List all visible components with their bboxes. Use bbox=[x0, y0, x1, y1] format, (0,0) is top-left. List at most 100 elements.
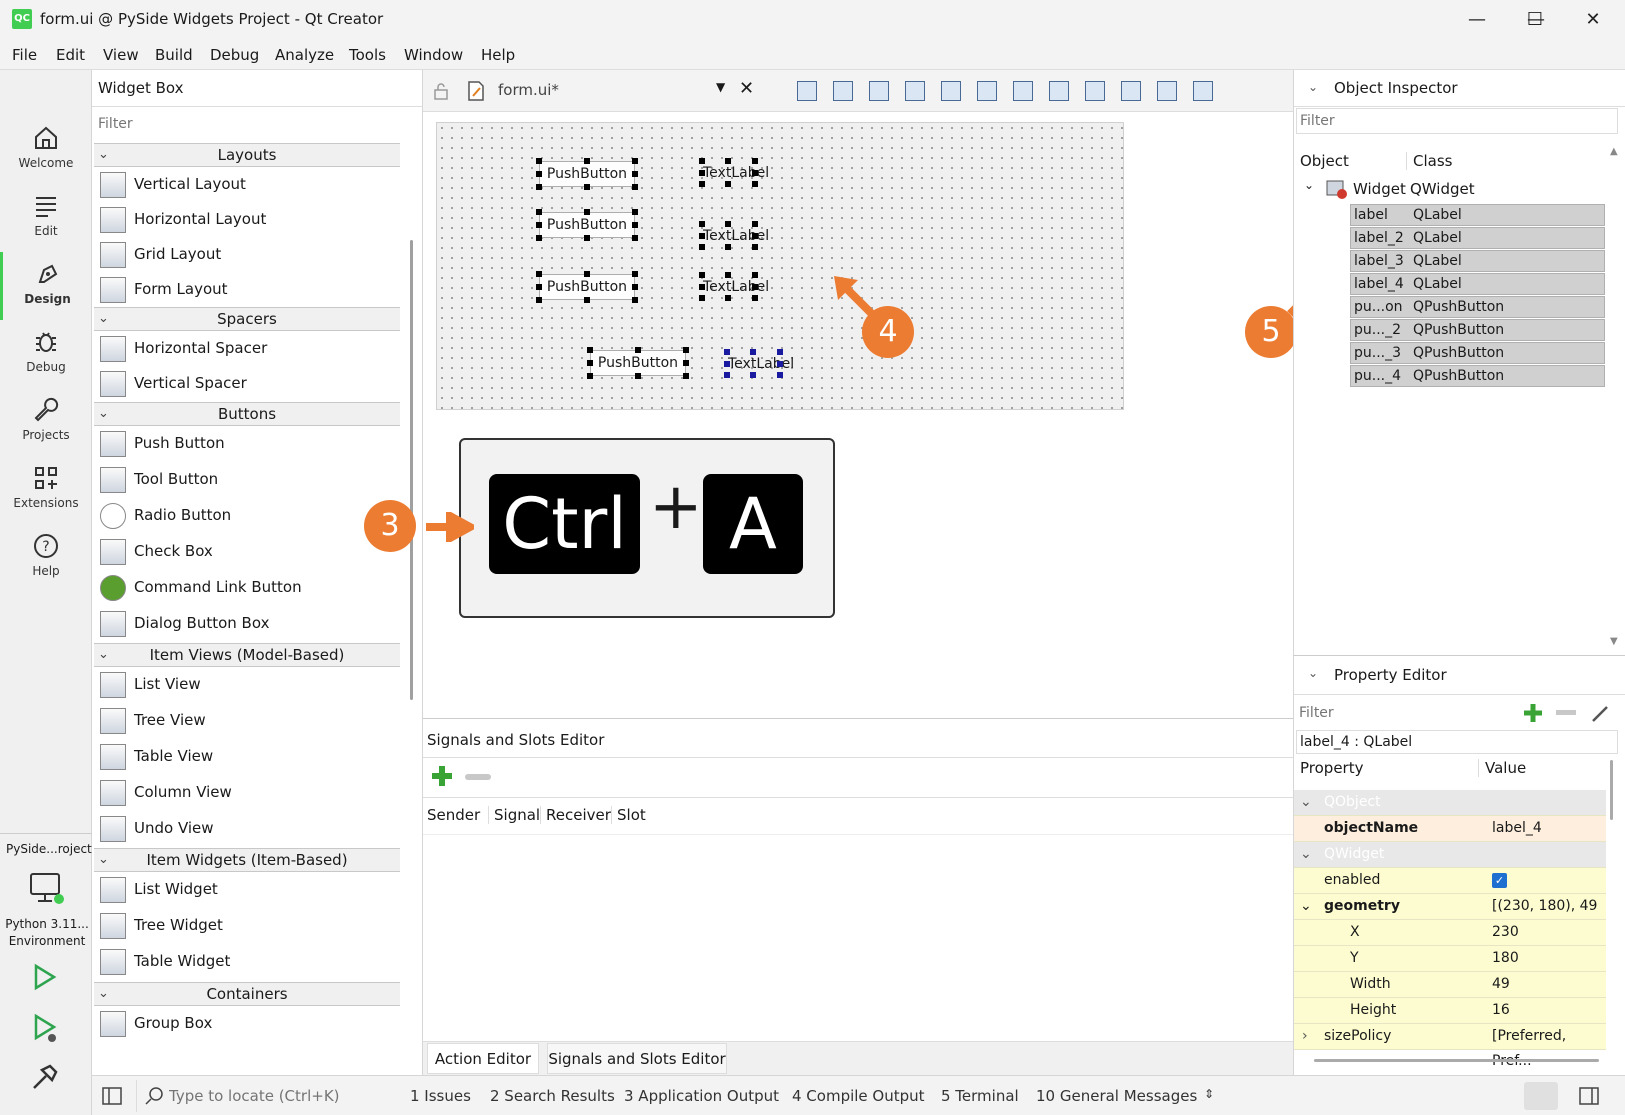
widget-group-box[interactable]: Group Box bbox=[100, 1007, 400, 1041]
widget-horizontal-spacer[interactable]: Horizontal Spacer bbox=[100, 332, 400, 366]
locator[interactable] bbox=[136, 1080, 388, 1112]
property-width[interactable]: Width 49 bbox=[1294, 972, 1606, 998]
root-object-name[interactable]: Widget bbox=[1353, 180, 1406, 198]
widget-dialog-button-box[interactable]: Dialog Button Box bbox=[100, 607, 400, 641]
menu-build[interactable]: Build bbox=[155, 46, 193, 64]
run-icon[interactable] bbox=[30, 962, 60, 992]
widget-filter-input[interactable] bbox=[96, 110, 396, 138]
mode-edit[interactable]: Edit bbox=[0, 184, 92, 252]
mode-debug[interactable]: Debug bbox=[0, 320, 92, 388]
object-row-label-4[interactable]: label_4 QLabel bbox=[1350, 273, 1605, 295]
property-geometry[interactable]: ⌄geometry[(230, 180), 49 x ... bbox=[1294, 894, 1606, 939]
form-canvas[interactable]: PushButton PushButton PushButton PushBut… bbox=[436, 122, 1124, 410]
category-layouts[interactable]: ⌄ Layouts bbox=[94, 143, 400, 167]
debug-run-icon[interactable] bbox=[30, 1012, 60, 1044]
mode-projects[interactable]: Projects bbox=[0, 388, 92, 456]
layout-vertical-splitter-icon[interactable] bbox=[1049, 81, 1069, 101]
property-size-policy[interactable]: ›sizePolicy[Preferred, Pref... bbox=[1294, 1024, 1606, 1069]
scroll-down-icon[interactable]: ▼ bbox=[1610, 636, 1618, 647]
output-tab-issues[interactable]: 1 Issues bbox=[410, 1087, 471, 1105]
file-dropdown-icon[interactable]: ▼ bbox=[716, 80, 725, 94]
enabled-checkbox[interactable]: ✓ bbox=[1492, 873, 1507, 888]
mode-design[interactable]: Design bbox=[0, 252, 92, 320]
chevron-down-icon[interactable]: ⌄ bbox=[1308, 80, 1318, 94]
column-slot[interactable]: Slot bbox=[611, 806, 646, 824]
widget-undo-view[interactable]: Undo View bbox=[100, 812, 400, 846]
category-spacers[interactable]: ⌄ Spacers bbox=[94, 307, 400, 331]
layout-grid-icon[interactable] bbox=[1121, 81, 1141, 101]
remove-connection-icon[interactable] bbox=[465, 773, 491, 781]
object-row-pushbutton[interactable]: pu...on QPushButton bbox=[1350, 296, 1605, 318]
chevron-down-icon[interactable]: ⌄ bbox=[1304, 178, 1314, 192]
menu-analyze[interactable]: Analyze bbox=[275, 46, 334, 64]
output-tab-compile-output[interactable]: 4 Compile Output bbox=[792, 1087, 925, 1105]
minimize-button-2[interactable]: — bbox=[1448, 0, 1506, 40]
property-filter-input[interactable] bbox=[1296, 700, 1496, 726]
object-row-label-3[interactable]: label_3 QLabel bbox=[1350, 250, 1605, 272]
widget-command-link-button[interactable]: Command Link Button bbox=[100, 571, 400, 605]
lock-icon[interactable] bbox=[433, 82, 449, 100]
menu-view[interactable]: View bbox=[103, 46, 139, 64]
category-buttons[interactable]: ⌄ Buttons bbox=[94, 402, 400, 426]
column-sender[interactable]: Sender bbox=[427, 806, 480, 824]
output-tab-terminal[interactable]: 5 Terminal bbox=[941, 1087, 1019, 1105]
property-value[interactable]: label_4 bbox=[1492, 816, 1542, 841]
column-class[interactable]: Class bbox=[1406, 152, 1452, 170]
remove-property-icon[interactable] bbox=[1556, 710, 1576, 716]
add-property-icon[interactable] bbox=[1522, 702, 1544, 724]
toggle-sidebar-icon[interactable] bbox=[102, 1086, 122, 1106]
category-containers[interactable]: ⌄ Containers bbox=[94, 982, 400, 1006]
menu-help[interactable]: Help bbox=[481, 46, 515, 64]
property-value[interactable]: 16 bbox=[1492, 998, 1510, 1023]
menu-file[interactable]: File bbox=[12, 46, 37, 64]
menu-window[interactable]: Window bbox=[404, 46, 463, 64]
layout-form-icon[interactable] bbox=[1085, 81, 1105, 101]
form-text-label-4[interactable]: TextLabel bbox=[728, 354, 794, 374]
layout-horizontal-splitter-icon[interactable] bbox=[1013, 81, 1033, 101]
column-receiver[interactable]: Receiver bbox=[540, 806, 611, 824]
object-filter-input[interactable] bbox=[1296, 108, 1618, 134]
property-height[interactable]: Height 16 bbox=[1294, 998, 1606, 1024]
edit-tab-order-icon[interactable] bbox=[905, 81, 925, 101]
widget-column-view[interactable]: Column View bbox=[100, 776, 400, 810]
column-value[interactable]: Value bbox=[1478, 759, 1526, 777]
menu-tools[interactable]: Tools bbox=[349, 46, 386, 64]
form-text-label-2[interactable]: TextLabel bbox=[703, 226, 769, 246]
widget-list-widget[interactable]: List Widget bbox=[100, 873, 400, 907]
close-document-icon[interactable]: ✕ bbox=[739, 78, 754, 99]
build-hammer-icon[interactable] bbox=[30, 1062, 60, 1092]
section-qobject[interactable]: ⌄ QObject bbox=[1294, 790, 1606, 816]
mode-extensions[interactable]: Extensions bbox=[0, 456, 92, 524]
widget-table-view[interactable]: Table View bbox=[100, 740, 400, 774]
column-property[interactable]: Property bbox=[1300, 759, 1363, 777]
mode-help[interactable]: ? Help bbox=[0, 524, 92, 592]
break-layout-icon[interactable] bbox=[1157, 81, 1177, 101]
widget-box-scrollbar[interactable] bbox=[410, 240, 413, 700]
object-row-pushbutton-3[interactable]: pu..._3 QPushButton bbox=[1350, 342, 1605, 364]
close-window-button[interactable]: ✕ bbox=[1564, 0, 1622, 40]
property-y[interactable]: Y 180 bbox=[1294, 946, 1606, 972]
property-value[interactable]: [Preferred, Pref... bbox=[1492, 1024, 1606, 1074]
column-object[interactable]: Object bbox=[1300, 152, 1349, 170]
active-project-label[interactable]: PySide...roject bbox=[6, 842, 92, 856]
edit-buddies-icon[interactable] bbox=[869, 81, 889, 101]
edit-widgets-icon[interactable] bbox=[797, 81, 817, 101]
maximize-button[interactable]: ☐ bbox=[1506, 0, 1564, 40]
open-file-name[interactable]: form.ui* bbox=[498, 81, 559, 99]
mode-welcome[interactable]: Welcome bbox=[0, 116, 92, 184]
layout-horizontally-icon[interactable] bbox=[941, 81, 961, 101]
chevron-down-icon[interactable]: ⌄ bbox=[1308, 666, 1318, 680]
output-tab-search-results[interactable]: 2 Search Results bbox=[490, 1087, 615, 1105]
menu-edit[interactable]: Edit bbox=[56, 46, 85, 64]
widget-push-button[interactable]: Push Button bbox=[100, 427, 400, 461]
property-value[interactable]: 180 bbox=[1492, 946, 1519, 971]
object-row-label-2[interactable]: label_2 QLabel bbox=[1350, 227, 1605, 249]
scroll-up-icon[interactable]: ▲ bbox=[1610, 146, 1618, 157]
widget-list-view[interactable]: List View bbox=[100, 668, 400, 702]
property-enabled[interactable]: enabled ✓ bbox=[1294, 868, 1606, 894]
widget-form-layout[interactable]: Form Layout bbox=[100, 273, 400, 307]
widget-vertical-spacer[interactable]: Vertical Spacer bbox=[100, 367, 400, 401]
category-item-views[interactable]: ⌄ Item Views (Model-Based) bbox=[94, 643, 400, 667]
object-row-pushbutton-2[interactable]: pu..._2 QPushButton bbox=[1350, 319, 1605, 341]
form-text-label-1[interactable]: TextLabel bbox=[703, 163, 769, 183]
